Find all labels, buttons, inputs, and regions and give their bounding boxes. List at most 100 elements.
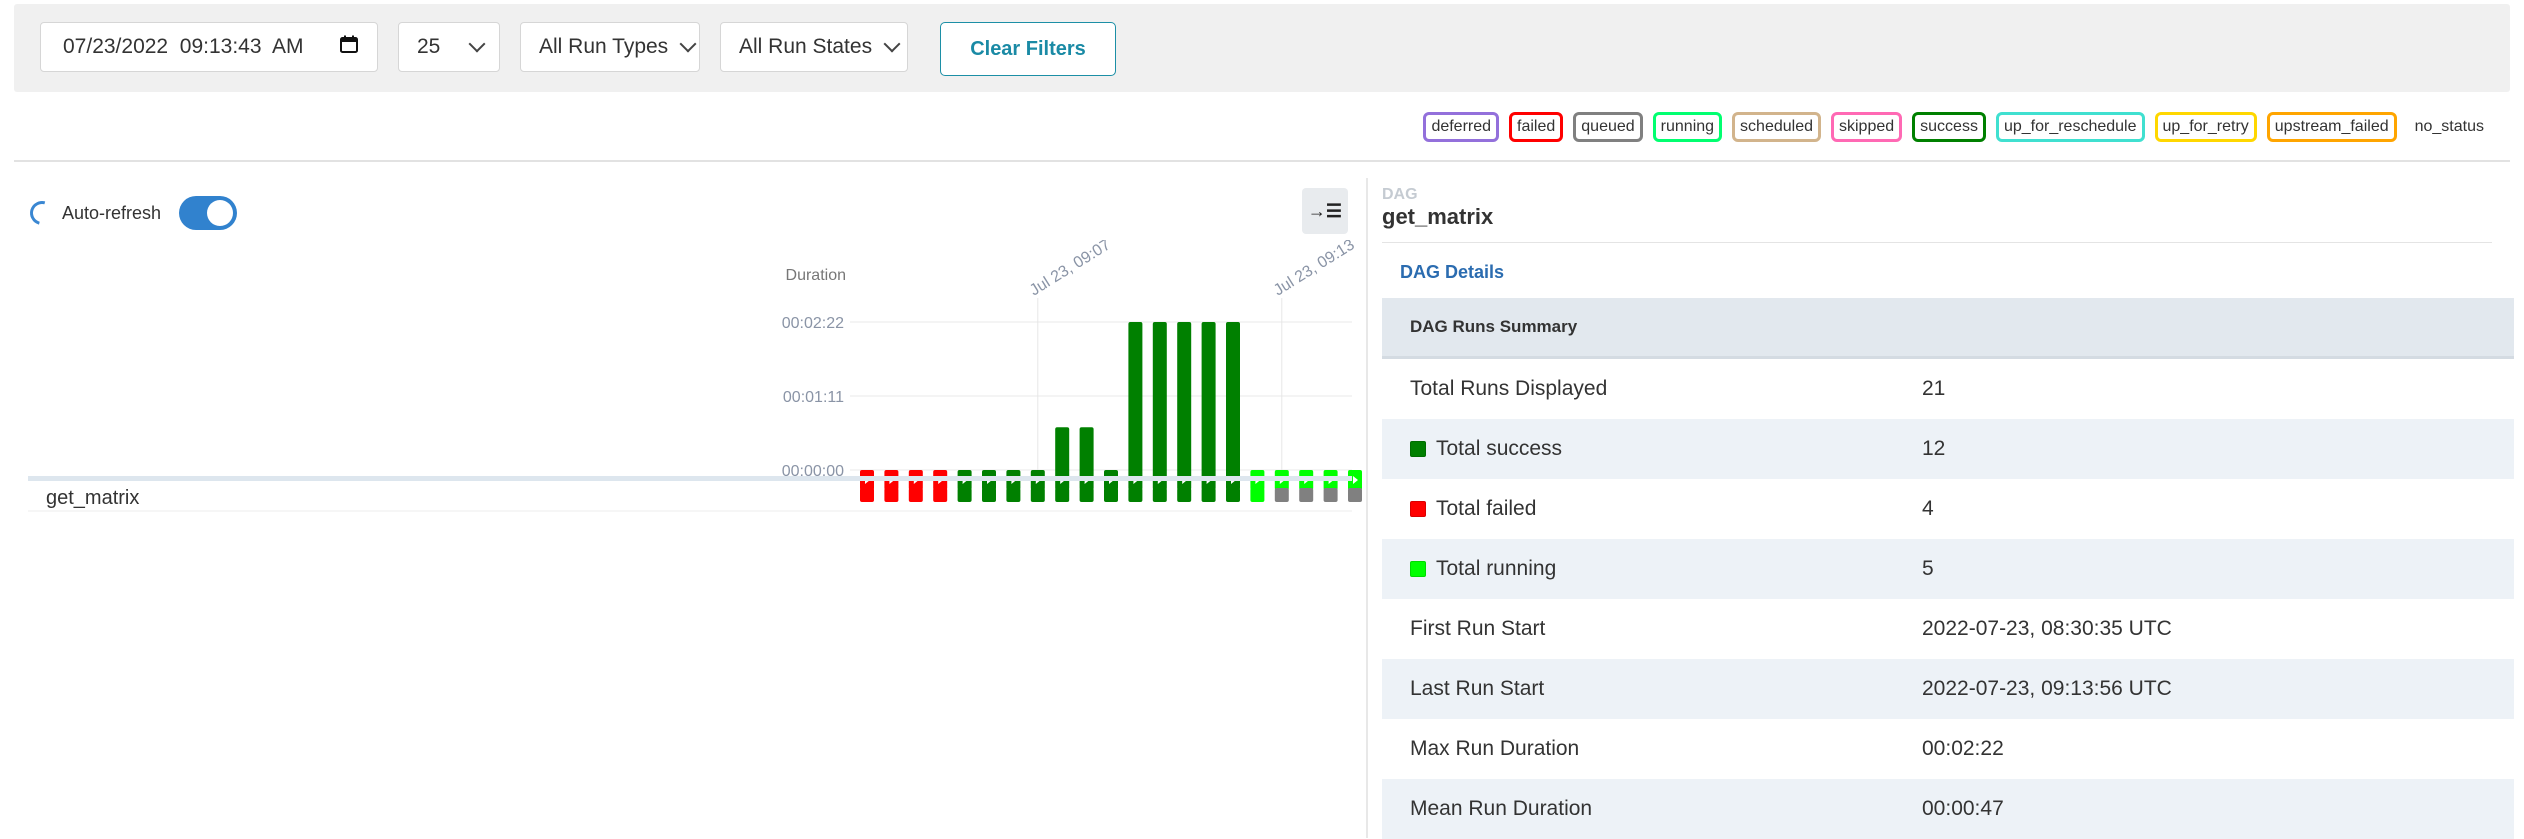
- legend-item-running[interactable]: running: [1652, 112, 1723, 142]
- run-state-value: All Run States: [739, 35, 873, 58]
- task-instance-success[interactable]: [1079, 488, 1094, 502]
- task-instance-success[interactable]: [1030, 488, 1045, 502]
- auto-refresh-label: Auto-refresh: [62, 202, 162, 223]
- task-instance-success[interactable]: [1201, 488, 1216, 502]
- summary-value: 00:00:47: [1922, 797, 2004, 820]
- collapse-details-button[interactable]: →☰: [1302, 188, 1348, 234]
- num-runs-value: 25: [417, 35, 441, 58]
- execution-date-value: 07/23/2022 09:13:43 AM: [63, 35, 304, 58]
- panel-divider[interactable]: [1366, 178, 1368, 838]
- summary-row: Mean Run Duration 00:00:47: [1382, 779, 2514, 839]
- auto-refresh: Auto-refresh: [25, 196, 238, 230]
- summary-key-label: Total success: [1436, 437, 1563, 460]
- tab-dag-details[interactable]: DAG Details: [1400, 262, 1504, 283]
- task-instance-failed[interactable]: [933, 488, 948, 502]
- duration-axis-label: Duration: [786, 267, 846, 284]
- legend-item-queued[interactable]: queued: [1573, 112, 1643, 142]
- summary-value: 21: [1922, 377, 1946, 400]
- task-instance-success[interactable]: [957, 488, 972, 502]
- dag-runs-summary-table: DAG Runs Summary Total Runs Displayed 21 T…: [1382, 298, 2514, 839]
- summary-value: 00:02:22: [1922, 737, 2004, 760]
- task-instance-running[interactable]: [1250, 488, 1265, 502]
- summary-value: 12: [1922, 437, 1946, 460]
- task-instance-queued[interactable]: [1323, 488, 1338, 502]
- divider: [14, 160, 2510, 162]
- run-bar-success[interactable]: [1128, 322, 1143, 490]
- run-state-select[interactable]: All Run States: [720, 22, 908, 72]
- summary-row: Last Run Start 2022-07-23, 09:13:56 UTC: [1382, 659, 2514, 719]
- task-instance-success[interactable]: [1226, 488, 1240, 502]
- summary-value: 2022-07-23, 09:13:56 UTC: [1922, 677, 2172, 700]
- summary-value: 2022-07-23, 08:30:35 UTC: [1922, 617, 2172, 640]
- divider: [1382, 242, 2492, 243]
- summary-key-label: Mean Run Duration: [1410, 797, 1593, 820]
- state-legend: deferred failed queued running scheduled skip…: [1423, 112, 2492, 142]
- chevron-down-icon: [468, 35, 486, 53]
- task-name-get-matrix[interactable]: get_matrix: [46, 487, 139, 509]
- chevron-down-icon: [679, 35, 697, 53]
- num-runs-select[interactable]: 25: [398, 22, 500, 72]
- dag-runs-grid: Duration00:02:2200:01:1100:00:00Jul 23, …: [28, 240, 1362, 512]
- run-bar-success[interactable]: [1152, 322, 1167, 490]
- summary-header: DAG Runs Summary: [1382, 298, 2514, 359]
- legend-item-deferred[interactable]: deferred: [1423, 112, 1500, 142]
- clear-filters-button[interactable]: Clear Filters: [940, 22, 1116, 76]
- state-swatch: [1410, 561, 1426, 577]
- loading-spinner-icon: [25, 196, 59, 230]
- toggle-knob: [207, 200, 234, 226]
- state-swatch: [1410, 501, 1426, 517]
- summary-row: Total failed 4: [1382, 479, 2514, 539]
- task-instance-success[interactable]: [1128, 488, 1143, 502]
- task-instance-failed[interactable]: [884, 488, 899, 502]
- summary-key-label: Max Run Duration: [1410, 737, 1580, 760]
- summary-key-label: Last Run Start: [1410, 677, 1545, 700]
- summary-key: Max Run Duration: [1382, 737, 1922, 761]
- run-bar-success[interactable]: [1226, 322, 1240, 490]
- summary-row: Max Run Duration 00:02:22: [1382, 719, 2514, 779]
- task-instance-failed[interactable]: [860, 488, 874, 502]
- legend-item-scheduled[interactable]: scheduled: [1732, 112, 1821, 142]
- summary-value: 5: [1922, 557, 1934, 580]
- summary-key-label: First Run Start: [1410, 617, 1546, 640]
- run-bar-success[interactable]: [1201, 322, 1216, 490]
- summary-key-label: Total failed: [1436, 497, 1537, 520]
- run-type-value: All Run Types: [539, 35, 669, 58]
- filter-bar: 07/23/2022 09:13:43 AM 25 All Run Types …: [14, 4, 2510, 92]
- legend-item-up-for-reschedule[interactable]: up_for_reschedule: [1995, 112, 2145, 142]
- calendar-icon[interactable]: [339, 34, 359, 60]
- summary-key: Total failed: [1382, 497, 1922, 521]
- summary-row: Total running 5: [1382, 539, 2514, 599]
- date-tick-label: Jul 23, 09:07: [1027, 240, 1114, 299]
- legend-item-upstream-failed[interactable]: upstream_failed: [2266, 112, 2397, 142]
- dag-section-label: DAG: [1382, 186, 1418, 203]
- date-tick-label: Jul 23, 09:13: [1271, 240, 1358, 299]
- run-type-select[interactable]: All Run Types: [520, 22, 700, 72]
- execution-date-input[interactable]: 07/23/2022 09:13:43 AM: [40, 22, 378, 72]
- task-instance-queued[interactable]: [1348, 488, 1362, 502]
- state-swatch: [1410, 441, 1426, 457]
- legend-item-no-status[interactable]: no_status: [2406, 112, 2492, 142]
- summary-row: Total success 12: [1382, 419, 2514, 479]
- legend-item-success[interactable]: success: [1912, 112, 1986, 142]
- summary-key: Mean Run Duration: [1382, 797, 1922, 821]
- run-bar-success[interactable]: [1177, 322, 1192, 490]
- summary-key: Total running: [1382, 557, 1922, 581]
- task-instance-success[interactable]: [1006, 488, 1021, 502]
- legend-item-up-for-retry[interactable]: up_for_retry: [2154, 112, 2257, 142]
- task-instance-queued[interactable]: [1299, 488, 1314, 502]
- legend-item-skipped[interactable]: skipped: [1831, 112, 1903, 142]
- task-instance-queued[interactable]: [1274, 488, 1289, 502]
- task-instance-success[interactable]: [1055, 488, 1070, 502]
- task-instance-success[interactable]: [982, 488, 996, 502]
- task-instance-success[interactable]: [1177, 488, 1192, 502]
- auto-refresh-toggle[interactable]: [179, 196, 238, 230]
- collapse-arrow-icon: →☰: [1307, 200, 1343, 221]
- legend-item-failed[interactable]: failed: [1509, 112, 1564, 142]
- summary-value: 4: [1922, 497, 1934, 520]
- task-instance-success[interactable]: [1152, 488, 1167, 502]
- chevron-down-icon: [883, 35, 901, 53]
- duration-tick-label: 00:02:22: [782, 315, 844, 332]
- summary-row: Total Runs Displayed 21: [1382, 359, 2514, 419]
- task-instance-failed[interactable]: [908, 488, 923, 502]
- task-instance-success[interactable]: [1104, 488, 1118, 502]
